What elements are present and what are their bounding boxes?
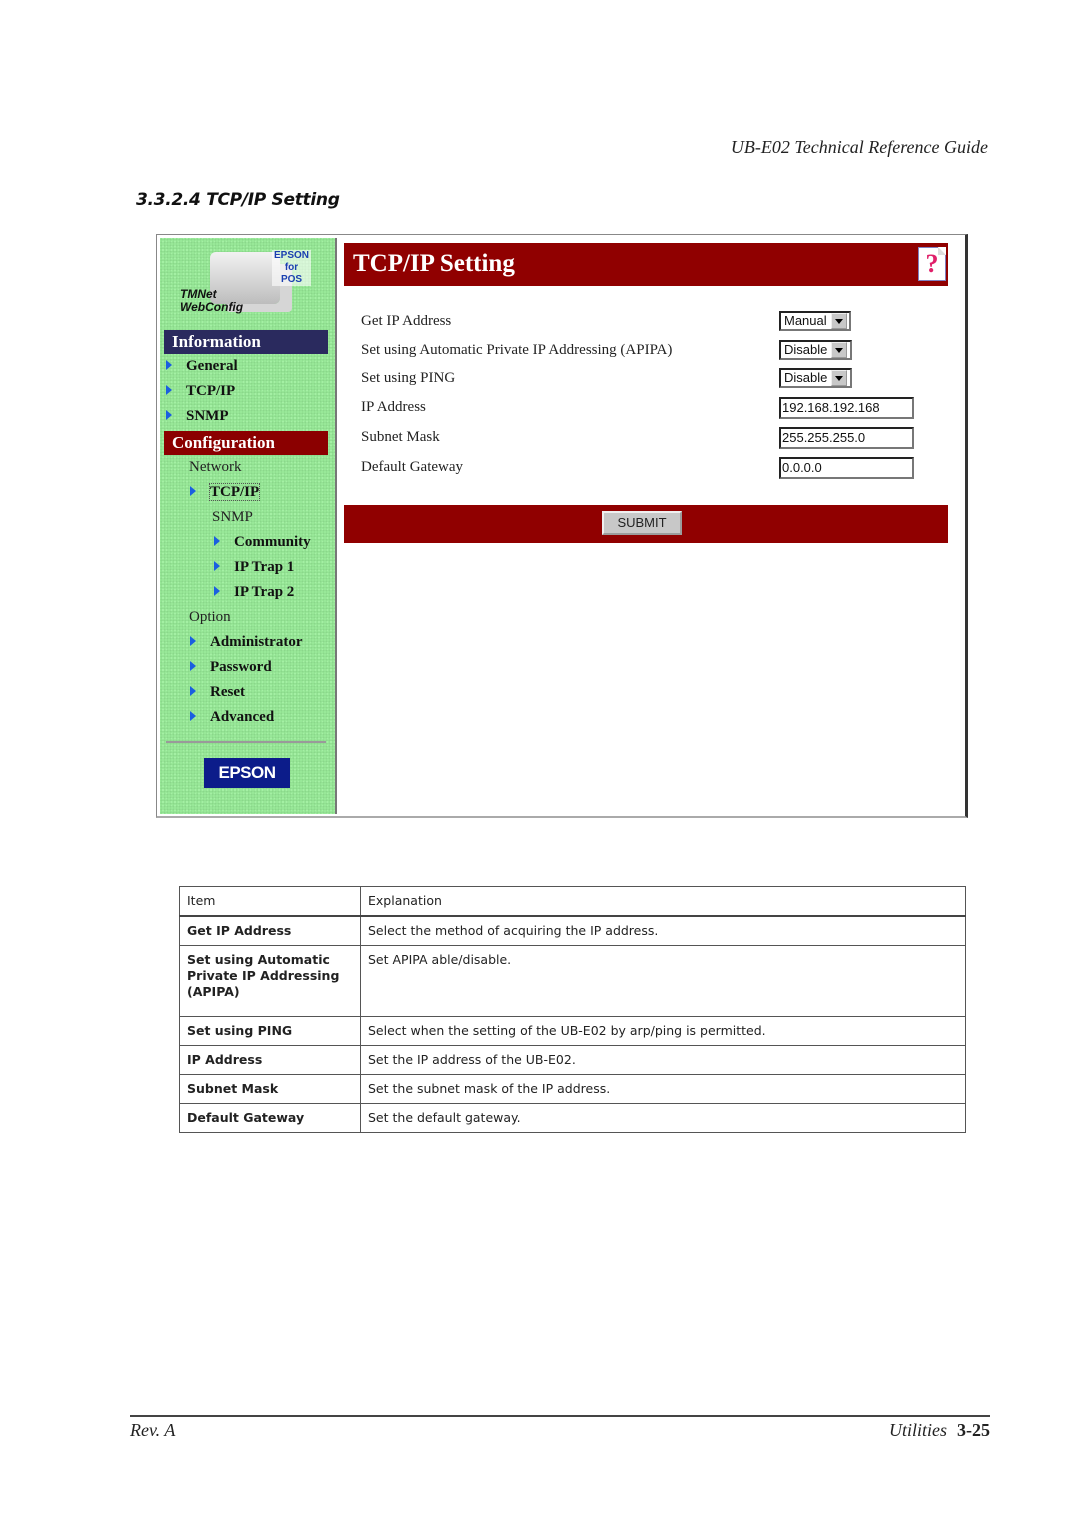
get-ip-address-select[interactable]: Manual: [779, 311, 851, 331]
explanation-cell: Set the default gateway.: [360, 1103, 966, 1133]
submit-bar: SUBMIT: [344, 505, 948, 543]
default-gateway-label: Default Gateway: [361, 459, 464, 475]
sidebar-item-general[interactable]: General: [166, 358, 238, 375]
sidebar-item-administrator[interactable]: Administrator: [190, 634, 303, 651]
chevron-down-icon: [831, 370, 848, 386]
arrow-icon: [190, 485, 196, 496]
arrow-icon: [166, 409, 172, 420]
chevron-down-icon: [830, 313, 847, 329]
sidebar-item-info-snmp[interactable]: SNMP: [166, 408, 229, 425]
network-group-label: Network: [189, 459, 242, 475]
configuration-header: Configuration: [164, 431, 328, 455]
item-cell: Default Gateway: [179, 1103, 361, 1133]
sidebar: EPSON for POS TMNet WebConfig Informatio…: [160, 238, 337, 814]
arrow-icon: [214, 560, 220, 571]
table-row: IP Address Set the IP address of the UB-…: [179, 1045, 966, 1075]
sidebar-item-advanced[interactable]: Advanced: [190, 709, 274, 726]
apipa-label: Set using Automatic Private IP Addressin…: [361, 342, 673, 358]
tmnet-webconfig-logo: EPSON for POS TMNet WebConfig: [180, 244, 320, 324]
table-row: Set using Automatic Private IP Addressin…: [179, 945, 966, 1017]
logo-brand-line: EPSON: [274, 250, 310, 261]
ping-select[interactable]: Disable: [779, 368, 852, 388]
epson-for-pos-label: EPSON for POS: [272, 250, 312, 286]
get-ip-address-label: Get IP Address: [361, 313, 452, 329]
sidebar-item-config-tcpip[interactable]: TCP/IP: [190, 483, 261, 501]
option-group-label: Option: [189, 609, 231, 625]
arrow-icon: [190, 710, 196, 721]
arrow-icon: [214, 585, 220, 596]
explanation-table: Item Explanation Get IP Address Select t…: [179, 886, 966, 1133]
page-number: 3-25: [957, 1420, 990, 1440]
column-header-item: Item: [179, 886, 361, 917]
sidebar-item-info-tcpip[interactable]: TCP/IP: [166, 383, 235, 400]
item-cell: Subnet Mask: [179, 1074, 361, 1104]
page-footer: Utilities 3-25: [889, 1420, 990, 1441]
ping-label: Set using PING: [361, 370, 456, 386]
table-row: Default Gateway Set the default gateway.: [179, 1103, 966, 1133]
subnet-mask-label: Subnet Mask: [361, 429, 440, 445]
explanation-cell: Set APIPA able/disable.: [360, 945, 966, 1017]
arrow-icon: [166, 384, 172, 395]
tmnet-label: TMNet WebConfig: [180, 288, 243, 314]
table-row: Get IP Address Select the method of acqu…: [179, 915, 966, 946]
item-cell: Get IP Address: [179, 915, 361, 946]
item-cell: IP Address: [179, 1045, 361, 1075]
submit-button[interactable]: SUBMIT: [602, 511, 682, 535]
column-header-explanation: Explanation: [360, 886, 966, 917]
apipa-select[interactable]: Disable: [779, 340, 852, 360]
sidebar-item-reset[interactable]: Reset: [190, 684, 245, 701]
ip-address-input[interactable]: 192.168.192.168: [779, 397, 914, 419]
subnet-mask-input[interactable]: 255.255.255.0: [779, 427, 914, 449]
table-row: Subnet Mask Set the subnet mask of the I…: [179, 1074, 966, 1104]
table-header-row: Item Explanation: [179, 886, 966, 917]
arrow-icon: [214, 535, 220, 546]
chevron-down-icon: [831, 342, 848, 358]
sidebar-item-password[interactable]: Password: [190, 659, 272, 676]
item-cell: Set using PING: [179, 1016, 361, 1046]
explanation-cell: Select the method of acquiring the IP ad…: [360, 915, 966, 946]
explanation-cell: Set the IP address of the UB-E02.: [360, 1045, 966, 1075]
snmp-group-label: SNMP: [212, 509, 253, 525]
arrow-icon: [190, 660, 196, 671]
running-head: UB-E02 Technical Reference Guide: [730, 137, 988, 157]
webconfig-screenshot: EPSON for POS TMNet WebConfig Informatio…: [156, 234, 968, 818]
help-icon[interactable]: ?: [918, 247, 946, 281]
arrow-icon: [190, 635, 196, 646]
sidebar-item-ip-trap-1[interactable]: IP Trap 1: [214, 559, 294, 576]
epson-logo: EPSON: [204, 758, 290, 788]
footer-rule: [130, 1415, 990, 1417]
ip-address-label: IP Address: [361, 399, 426, 415]
logo-brand-line: for: [284, 262, 299, 273]
revision-label: Rev. A: [130, 1420, 176, 1440]
information-header: Information: [164, 330, 328, 354]
explanation-cell: Set the subnet mask of the IP address.: [360, 1074, 966, 1104]
table-row: Set using PING Select when the setting o…: [179, 1016, 966, 1046]
page-title: TCP/IP Setting: [353, 250, 515, 277]
arrow-icon: [190, 685, 196, 696]
section-name: Utilities: [889, 1420, 947, 1440]
sidebar-item-ip-trap-2[interactable]: IP Trap 2: [214, 584, 294, 601]
item-cell: Set using Automatic Private IP Addressin…: [179, 945, 361, 1017]
default-gateway-input[interactable]: 0.0.0.0: [779, 457, 914, 479]
arrow-icon: [166, 359, 172, 370]
title-bar: TCP/IP Setting ?: [344, 243, 948, 286]
logo-product-line: WebConfig: [180, 300, 244, 314]
section-title: 3.3.2.4 TCP/IP Setting: [136, 190, 340, 210]
logo-brand-line: POS: [280, 274, 303, 285]
sidebar-divider: [166, 741, 326, 743]
sidebar-item-community[interactable]: Community: [214, 534, 311, 551]
explanation-cell: Select when the setting of the UB-E02 by…: [360, 1016, 966, 1046]
